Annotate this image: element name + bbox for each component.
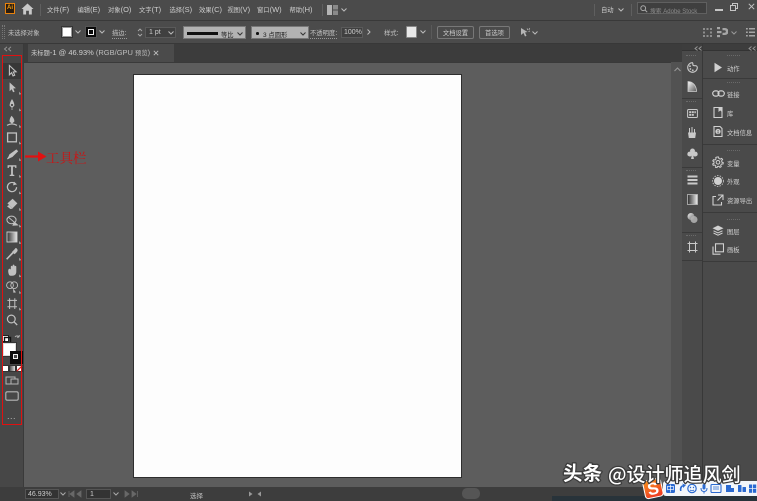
svg-text:头条: 头条 bbox=[563, 457, 602, 486]
svg-text:@设计师追风剑: @设计师追风剑 bbox=[608, 460, 740, 487]
